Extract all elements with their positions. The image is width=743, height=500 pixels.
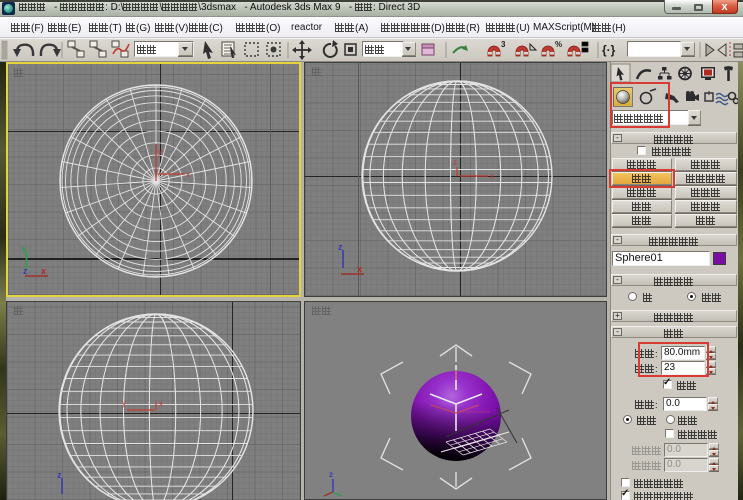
svg-text:x: x xyxy=(41,266,46,276)
svg-text:z: z xyxy=(23,266,28,276)
svg-text:z: z xyxy=(338,242,343,252)
svg-text:{·}: {·} xyxy=(602,43,616,57)
svg-text:y: y xyxy=(22,244,27,254)
svg-text:x: x xyxy=(490,172,494,181)
svg-text:z: z xyxy=(57,470,62,480)
svg-text:x: x xyxy=(159,399,163,408)
svg-text:y: y xyxy=(158,147,162,156)
svg-text:x: x xyxy=(186,170,190,179)
svg-text:z: z xyxy=(453,158,457,167)
svg-text:z: z xyxy=(329,470,333,479)
svg-text:3: 3 xyxy=(501,40,506,49)
svg-text:x: x xyxy=(357,264,362,274)
svg-text:%: % xyxy=(555,40,562,49)
svg-text:y: y xyxy=(122,399,126,408)
